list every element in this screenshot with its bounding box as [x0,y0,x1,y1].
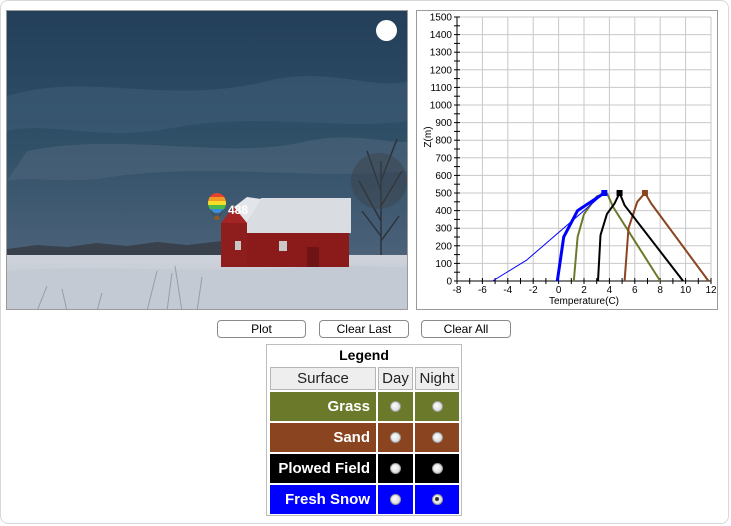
x-tick-label: 4 [607,285,613,296]
x-tick-label: -6 [478,285,487,296]
header-surface: Surface [270,367,376,390]
y-tick-label: 400 [435,206,452,217]
y-tick-label: 900 [435,118,452,129]
legend-row-grass: Grass [270,392,459,421]
grass-day-radio[interactable] [390,400,401,412]
y-tick-label: 100 [435,259,452,270]
chart-svg: 0100200300400500600700800900100011001200… [423,13,717,308]
x-tick-label: 12 [705,285,717,296]
surface-label-fresh-snow: Fresh Snow [270,485,376,514]
x-tick-label: 8 [657,285,663,296]
header-day: Day [378,367,413,390]
legend-header-row: Surface Day Night [270,367,459,390]
y-tick-label: 700 [435,153,452,164]
y-tick-label: 1000 [430,101,453,112]
series-line [572,192,608,282]
clear-all-button[interactable]: Clear All [421,320,511,338]
grass-night-radio[interactable] [431,400,443,412]
legend-row-plowed-field: Plowed Field [270,454,459,483]
header-night: Night [415,367,459,390]
x-tick-label: -2 [529,285,538,296]
series-line [555,191,606,282]
y-axis-label: Z(m) [423,126,434,147]
moon-icon [376,20,397,41]
y-tick-label: 0 [446,277,452,288]
fresh-snow-night-radio[interactable] [431,493,443,505]
plowed-field-night-cell [415,454,459,483]
surface-label-grass: Grass [270,392,376,421]
surface-label-plowed-field: Plowed Field [270,454,376,483]
clear-last-button[interactable]: Clear Last [319,320,409,338]
fresh-snow-day-cell [378,485,413,514]
y-tick-label: 1100 [430,83,452,94]
plowed-field-day-cell [378,454,413,483]
x-tick-label: -4 [503,285,512,296]
x-tick-label: 2 [581,285,587,296]
grass-night-cell [415,392,459,421]
x-tick-label: 10 [680,285,692,296]
y-tick-label: 1400 [430,30,453,41]
plowed-field-night-radio[interactable] [431,462,443,474]
y-tick-label: 200 [435,241,452,252]
legend-row-sand: Sand [270,423,459,452]
scene-view: 488 [6,10,408,310]
legend-title: Legend [339,347,389,363]
legend-table: Surface Day Night Grass Sand Plowed Fiel… [268,365,461,516]
fresh-snow-day-radio[interactable] [390,493,401,505]
plowed-field-day-radio[interactable] [390,462,401,474]
scene-image [7,11,407,309]
y-tick-label: 600 [435,171,452,182]
x-tick-label: 6 [632,285,638,296]
surface-label-sand: Sand [270,423,376,452]
series-line [597,192,621,282]
y-tick-label: 300 [435,224,452,235]
sand-night-cell [415,423,459,452]
x-tick-label: -8 [453,285,462,296]
sand-day-cell [378,423,413,452]
fresh-snow-night-cell [415,485,459,514]
grass-day-cell [378,392,413,421]
temperature-profile-chart: 0 100 200 300 400 500 600 700 800 900 1000 1100 1200… [416,10,718,310]
y-tick-label: 1200 [430,65,453,76]
sand-day-radio[interactable] [390,431,401,443]
y-tick-label: 800 [435,136,452,147]
sand-night-radio[interactable] [431,431,443,443]
y-tick-label: 1300 [430,48,453,59]
series-line [492,192,605,282]
plot-button[interactable]: Plot [217,320,306,338]
balloon-altitude-label: 488 [228,203,249,217]
series-line [644,192,710,282]
x-tick-label: 0 [556,285,562,296]
legend-row-fresh-snow: Fresh Snow [270,485,459,514]
y-tick-label: 500 [435,189,452,200]
balloon-icon[interactable] [206,193,228,223]
legend-panel: Legend Surface Day Night Grass Sand Plow… [266,344,462,516]
x-axis-label: Temperature(C) [549,296,619,307]
y-tick-label: 1500 [430,13,453,24]
